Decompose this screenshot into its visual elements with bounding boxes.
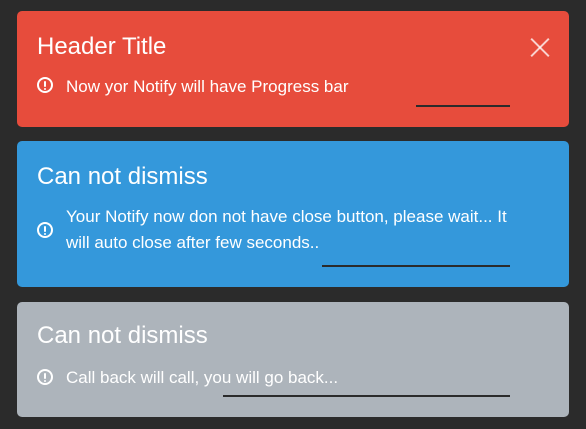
notification-header-title: Header Title Now yor Notify will have Pr… (17, 11, 569, 127)
progress-bar (223, 395, 510, 397)
notification-title: Can not dismiss (37, 322, 208, 349)
info-circle-icon (37, 77, 53, 93)
notification-can-not-dismiss: Can not dismiss Your Notify now don not … (17, 141, 569, 287)
notification-message: Call back will call, you will go back... (66, 368, 339, 387)
notification-title: Can not dismiss (37, 163, 208, 190)
notification-title: Header Title (37, 33, 167, 60)
notification-callback: Can not dismiss Call back will call, you… (17, 302, 569, 417)
notification-message: Your Notify now don not have close butto… (66, 207, 507, 252)
close-icon[interactable] (529, 36, 551, 58)
notification-message: Now yor Notify will have Progress bar (66, 77, 349, 96)
info-circle-icon (37, 369, 53, 385)
info-circle-icon (37, 222, 53, 238)
progress-bar (416, 105, 510, 107)
progress-bar (322, 265, 510, 267)
